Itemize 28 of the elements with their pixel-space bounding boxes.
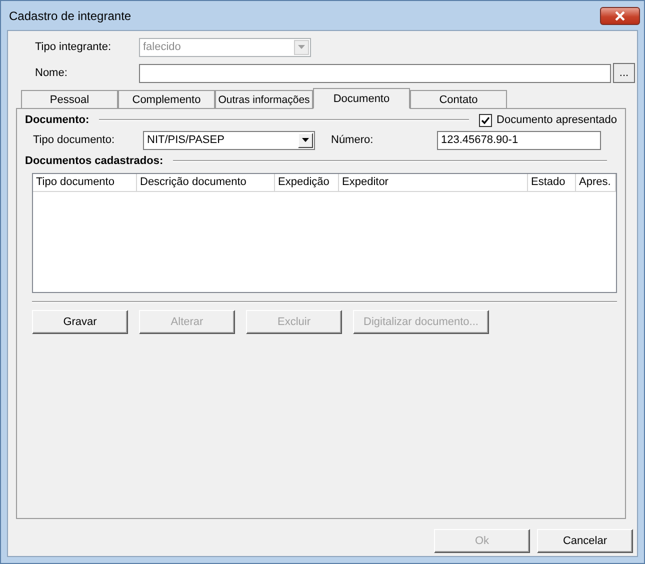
tab[interactable]: Complemento [118, 90, 215, 108]
browse-button[interactable]: ... [613, 63, 635, 83]
column-header[interactable]: Expeditor [339, 174, 528, 191]
tab[interactable]: Contato [410, 90, 507, 108]
column-header[interactable]: Descrição documento [137, 174, 275, 191]
document-type-dropdown[interactable]: NIT/PIS/PASEP [143, 130, 315, 150]
column-header[interactable]: Expedição [275, 174, 339, 191]
tab[interactable]: Documento [313, 88, 410, 109]
tab[interactable]: Pessoal [21, 90, 118, 108]
column-header[interactable]: Estado [528, 174, 576, 191]
close-button[interactable] [600, 6, 640, 24]
number-field[interactable]: 123.45678.90-1 [437, 130, 601, 150]
column-header[interactable]: Apres. [576, 174, 616, 191]
field-label: Tipo documento: [32, 134, 116, 146]
checkbox[interactable] [478, 114, 492, 126]
section-heading: Documento: [25, 114, 90, 126]
column-header[interactable]: Tipo documento [33, 174, 137, 191]
checkbox-label: Documento apresentado [496, 114, 617, 126]
section-heading: Documentos cadastrados: [25, 155, 164, 167]
name-field[interactable] [139, 64, 611, 82]
tab[interactable]: Outras informações [215, 90, 313, 108]
field-label: Nome: [34, 67, 68, 79]
field-label: Tipo integrante: [34, 41, 112, 53]
window-title: Cadastro de integrante [8, 8, 132, 22]
action-button[interactable]: Gravar [32, 310, 128, 334]
dialog-button[interactable]: Cancelar [537, 529, 633, 553]
field-label: Número: [330, 134, 374, 146]
close-icon [614, 10, 626, 20]
